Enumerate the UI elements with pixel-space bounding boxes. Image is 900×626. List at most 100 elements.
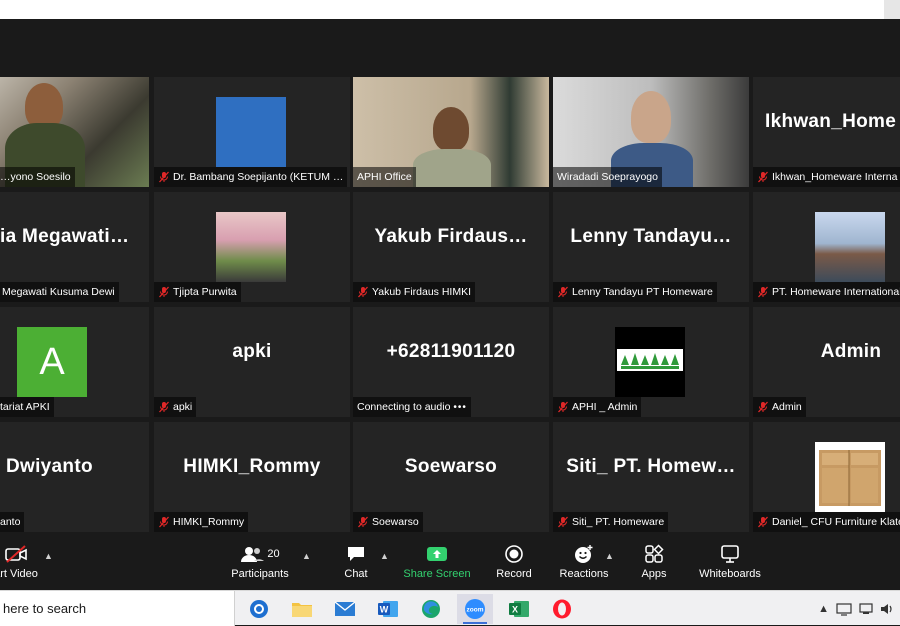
participant-name-label: Ikhwan_Homeware Interna xyxy=(753,167,900,187)
participant-name: Tjipta Purwita xyxy=(173,286,237,298)
apps-label: Apps xyxy=(641,568,667,580)
profile-picture xyxy=(815,442,885,512)
reactions-button[interactable]: Reactions xyxy=(558,533,610,590)
participant-name: Wiradadi Soeprayogo xyxy=(557,171,658,183)
participant-name: apki xyxy=(173,401,193,413)
participant-name-label: Dr. Bambang Soepijanto (KETUM … xyxy=(154,167,348,187)
system-tray: ▲ xyxy=(818,591,894,626)
excel-icon[interactable]: X xyxy=(501,594,537,624)
participants-label: Participants xyxy=(231,568,289,580)
opera-browser-icon[interactable] xyxy=(544,594,580,624)
word-icon[interactable]: W xyxy=(370,594,406,624)
participant-name-label: PT. Homeware International xyxy=(753,282,900,302)
whiteboards-button[interactable]: Whiteboards xyxy=(696,533,764,590)
participant-tile[interactable]: Yakub Firdaus… Yakub Firdaus HIMKI xyxy=(353,192,549,302)
record-label: Record xyxy=(496,568,532,580)
participant-tile[interactable]: Soewarso Soewarso xyxy=(353,422,549,532)
participant-name-label: Daniel_ CFU Furniture Klate xyxy=(753,512,900,532)
display-icon[interactable] xyxy=(859,602,873,616)
participant-name-label: APHI _ Admin xyxy=(553,397,642,417)
reactions-label: Reactions xyxy=(559,568,609,580)
participant-display-name: apki xyxy=(232,341,272,362)
windows-taskbar: here to search W zoom X ▲ xyxy=(0,590,900,626)
chat-icon xyxy=(346,543,366,565)
network-icon[interactable] xyxy=(836,602,852,616)
participant-tile[interactable]: Dwiyanto anto xyxy=(0,422,149,532)
participant-tile[interactable]: Daniel_ CFU Furniture Klate xyxy=(753,422,900,532)
participant-name: APHI Office xyxy=(357,171,412,183)
gallery-view: …yono Soesilo Dr. Bambang Soepijanto (KE… xyxy=(0,19,900,533)
participant-tile[interactable]: …yono Soesilo xyxy=(0,77,149,187)
participants-icon: 20 xyxy=(240,543,280,565)
participant-display-name: Ikhwan_Home xyxy=(765,111,897,132)
participant-tile[interactable]: Admin Admin xyxy=(753,307,900,417)
participant-display-name: Siti_ PT. Homew… xyxy=(566,456,736,477)
reactions-options-chevron-icon[interactable]: ▲ xyxy=(605,551,614,561)
participant-name: …yono Soesilo xyxy=(0,171,71,183)
muted-mic-icon xyxy=(159,516,169,528)
participant-tile[interactable]: ia Megawati… Megawati Kusuma Dewi xyxy=(0,192,149,302)
participant-tile[interactable]: apki apki xyxy=(154,307,350,417)
participant-tile[interactable]: Wiradadi Soeprayogo xyxy=(553,77,749,187)
muted-mic-icon xyxy=(558,516,568,528)
participant-name: anto xyxy=(0,516,21,528)
muted-mic-icon xyxy=(558,401,568,413)
participant-name: Siti_ PT. Homeware xyxy=(572,516,665,528)
participant-name-label: Yakub Firdaus HIMKI xyxy=(353,282,476,302)
volume-icon[interactable] xyxy=(880,602,894,616)
participant-tile[interactable]: Ikhwan_Home Ikhwan_Homeware Interna xyxy=(753,77,900,187)
participant-tile[interactable]: Dr. Bambang Soepijanto (KETUM … xyxy=(154,77,350,187)
participant-display-name: +62811901120 xyxy=(386,341,516,362)
edge-browser-icon[interactable] xyxy=(413,594,449,624)
participant-name-label: tariat APKI xyxy=(0,397,54,417)
participant-tile[interactable]: +62811901120 Connecting to audio ••• xyxy=(353,307,549,417)
participant-tile[interactable]: PT. Homeware International xyxy=(753,192,900,302)
participant-tile[interactable]: A tariat APKI xyxy=(0,307,149,417)
participant-name-label: Wiradadi Soeprayogo xyxy=(553,167,662,187)
participant-tile[interactable]: Tjipta Purwita xyxy=(154,192,350,302)
muted-mic-icon xyxy=(758,516,768,528)
file-explorer-icon[interactable] xyxy=(284,594,320,624)
participant-name-label: Admin xyxy=(753,397,806,417)
chat-button[interactable]: Chat xyxy=(332,533,380,590)
muted-mic-icon xyxy=(159,401,169,413)
cortana-app-icon[interactable] xyxy=(241,594,277,624)
chat-options-chevron-icon[interactable]: ▲ xyxy=(380,551,389,561)
aphi-logo-icon xyxy=(617,349,683,371)
search-placeholder: here to search xyxy=(3,601,87,616)
muted-mic-icon xyxy=(358,286,368,298)
record-icon xyxy=(504,543,524,565)
video-options-chevron-icon[interactable]: ▲ xyxy=(44,551,53,561)
apps-button[interactable]: Apps xyxy=(632,533,676,590)
participant-tile[interactable]: HIMKI_Rommy HIMKI_Rommy xyxy=(154,422,350,532)
chat-label: Chat xyxy=(344,568,368,580)
share-screen-icon xyxy=(426,543,448,565)
participant-name: Lenny Tandayu PT Homeware xyxy=(572,286,713,298)
participant-display-name: Lenny Tandayu… xyxy=(570,226,732,247)
share-screen-button[interactable]: Share Screen xyxy=(403,533,471,590)
participant-tile[interactable]: Siti_ PT. Homew… Siti_ PT. Homeware xyxy=(553,422,749,532)
participant-display-name: Admin xyxy=(820,341,882,362)
profile-picture xyxy=(615,327,685,397)
participant-name-label: Lenny Tandayu PT Homeware xyxy=(553,282,717,302)
participant-name-label: Tjipta Purwita xyxy=(154,282,241,302)
participant-tile[interactable]: APHI _ Admin xyxy=(553,307,749,417)
participant-tile[interactable]: APHI Office xyxy=(353,77,549,187)
participant-name: Dr. Bambang Soepijanto (KETUM … xyxy=(173,171,344,183)
window-top-bar xyxy=(0,0,900,19)
participant-name-label: HIMKI_Rommy xyxy=(154,512,249,532)
participants-options-chevron-icon[interactable]: ▲ xyxy=(302,551,311,561)
participant-name-label: apki xyxy=(154,397,197,417)
mail-icon[interactable] xyxy=(327,594,363,624)
participant-tile[interactable]: Lenny Tandayu… Lenny Tandayu PT Homeware xyxy=(553,192,749,302)
profile-picture xyxy=(815,212,885,282)
participants-button[interactable]: 20 Participants xyxy=(228,533,292,590)
show-hidden-icons-chevron-icon[interactable]: ▲ xyxy=(818,603,829,615)
taskbar-search-box[interactable]: here to search xyxy=(0,591,235,626)
participant-name: PT. Homeware International xyxy=(772,286,900,298)
start-video-button[interactable]: art Video xyxy=(0,533,44,590)
participant-display-name: Dwiyanto xyxy=(6,456,93,477)
participant-name: APHI _ Admin xyxy=(572,401,638,413)
zoom-app-icon[interactable]: zoom xyxy=(457,594,493,624)
record-button[interactable]: Record xyxy=(492,533,536,590)
